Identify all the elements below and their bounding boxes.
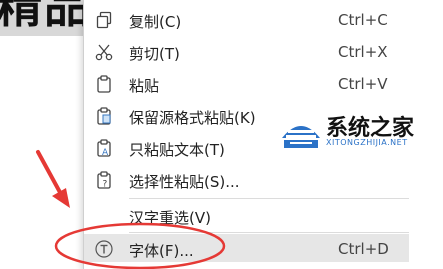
- menu-item-paste[interactable]: 粘贴 Ctrl+V: [84, 69, 409, 97]
- menu-item-shortcut: Ctrl+C: [338, 11, 388, 29]
- menu-item-shortcut: Ctrl+V: [338, 75, 388, 93]
- svg-text:?: ?: [103, 180, 108, 190]
- menu-item-label: 剪切(T): [129, 45, 180, 63]
- menu-separator: [129, 232, 409, 233]
- clipboard-icon: [94, 74, 114, 94]
- document-text: 精品: [0, 0, 92, 33]
- menu-item-copy[interactable]: 复制(C) Ctrl+C: [84, 5, 409, 33]
- svg-text:A: A: [102, 148, 109, 157]
- watermark-url: XITONGZHIJIA.NET: [326, 138, 408, 147]
- menu-item-label: 选择性粘贴(S)...: [129, 173, 240, 191]
- menu-separator: [129, 198, 409, 199]
- menu-item-label: 汉字重选(V): [129, 209, 211, 227]
- menu-item-label: 保留源格式粘贴(K): [129, 109, 256, 127]
- copy-icon: [94, 10, 114, 30]
- menu-item-shortcut: Ctrl+D: [338, 240, 389, 258]
- menu-item-font[interactable]: 字体(F)... Ctrl+D: [84, 234, 409, 262]
- menu-item-label: 复制(C): [129, 13, 182, 31]
- paste-special-icon: ?: [94, 170, 114, 190]
- watermark-logo-icon: [282, 126, 320, 148]
- menu-item-shortcut: Ctrl+X: [338, 43, 388, 61]
- menu-item-paste-special[interactable]: ? 选择性粘贴(S)...: [84, 165, 409, 193]
- font-icon: [94, 239, 114, 259]
- scissors-icon: [94, 42, 114, 62]
- menu-item-label: 字体(F)...: [129, 242, 194, 260]
- menu-item-label: 只粘贴文本(T): [129, 141, 225, 159]
- menu-item-label: 粘贴: [129, 77, 160, 95]
- paste-text-only-icon: A: [94, 138, 114, 158]
- menu-item-cut[interactable]: 剪切(T) Ctrl+X: [84, 37, 409, 65]
- watermark: 系统之家 XITONGZHIJIA.NET: [278, 108, 443, 156]
- menu-item-hanzi-reselect[interactable]: 汉字重选(V): [84, 201, 409, 229]
- paste-keep-format-icon: [94, 106, 114, 126]
